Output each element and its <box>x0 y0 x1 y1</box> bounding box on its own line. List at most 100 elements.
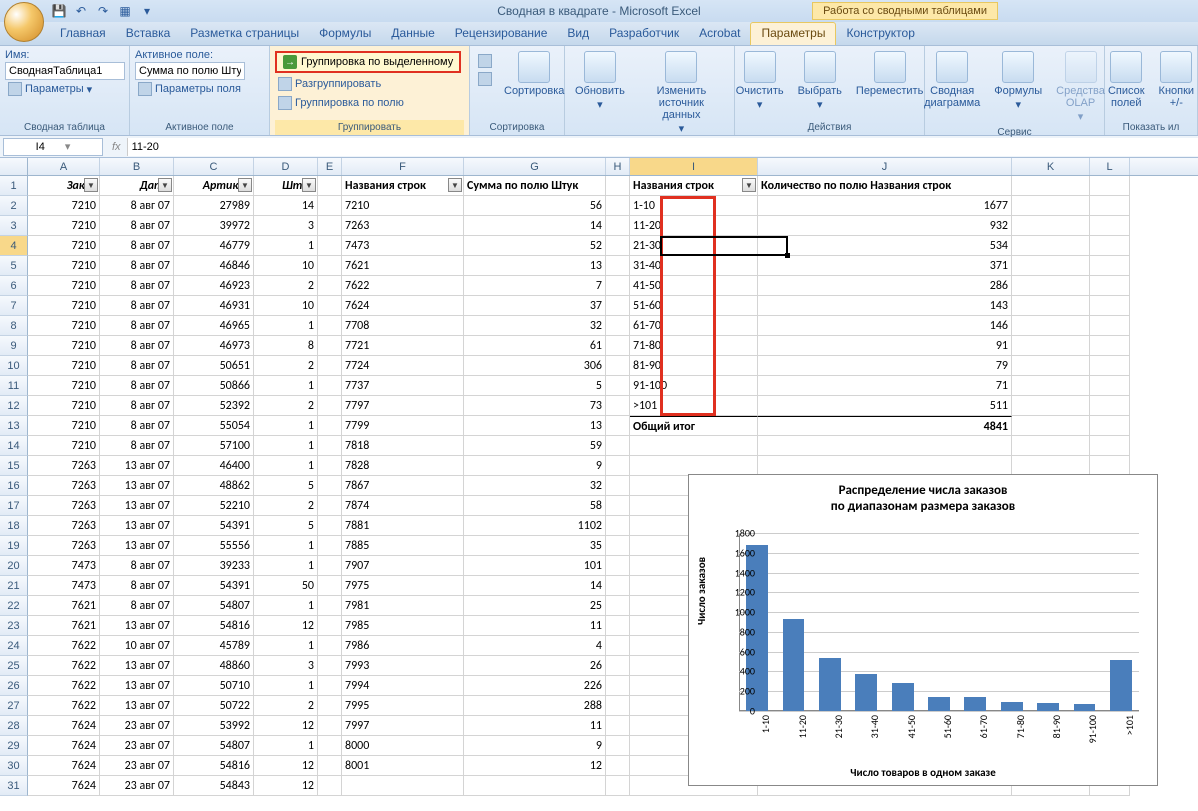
cell[interactable]: 3 <box>254 656 318 676</box>
cell[interactable]: 7624 <box>28 716 100 736</box>
row-header[interactable]: 24 <box>0 636 28 656</box>
cell[interactable] <box>318 396 342 416</box>
cell[interactable] <box>1012 336 1090 356</box>
cell[interactable]: 54807 <box>174 736 254 756</box>
cell[interactable]: 13 авг 07 <box>100 476 174 496</box>
cell[interactable]: 1 <box>254 316 318 336</box>
cell[interactable] <box>1090 456 1130 476</box>
cell[interactable] <box>1012 356 1090 376</box>
tab-разметка страницы[interactable]: Разметка страницы <box>180 23 309 45</box>
cell[interactable]: 46846 <box>174 256 254 276</box>
cell[interactable]: 41-50 <box>630 276 758 296</box>
cell[interactable]: 7210 <box>28 236 100 256</box>
cell[interactable]: 7621 <box>28 616 100 636</box>
cell[interactable] <box>1090 356 1130 376</box>
row-header[interactable]: 23 <box>0 616 28 636</box>
cell[interactable]: 7997 <box>342 716 464 736</box>
fill-handle[interactable] <box>785 253 790 258</box>
cell[interactable]: 7621 <box>342 256 464 276</box>
chart-bar[interactable] <box>783 619 805 711</box>
tab-acrobat[interactable]: Acrobat <box>689 23 750 45</box>
name-box[interactable]: I4 ▾ <box>3 138 103 156</box>
row-header[interactable]: 3 <box>0 216 28 236</box>
chart-bar[interactable] <box>928 697 950 711</box>
col-header-e[interactable]: E <box>318 158 342 175</box>
cell[interactable]: 81-90 <box>630 356 758 376</box>
col-header-g[interactable]: G <box>464 158 606 175</box>
cell[interactable]: 8 авг 07 <box>100 316 174 336</box>
cell[interactable]: 1 <box>254 536 318 556</box>
cell[interactable] <box>606 436 630 456</box>
cell[interactable] <box>606 296 630 316</box>
row-header[interactable]: 30 <box>0 756 28 776</box>
filter-dropdown-icon[interactable]: ▼ <box>448 178 462 192</box>
cell[interactable] <box>318 536 342 556</box>
cell[interactable]: 8 авг 07 <box>100 376 174 396</box>
row-header[interactable]: 4 <box>0 236 28 256</box>
row-header[interactable]: 25 <box>0 656 28 676</box>
cell[interactable]: 21-30 <box>630 236 758 256</box>
cell[interactable] <box>1090 236 1130 256</box>
field-params-button[interactable]: Параметры поля <box>135 81 244 97</box>
cell[interactable]: 1 <box>254 416 318 436</box>
cell[interactable]: 73 <box>464 396 606 416</box>
cell[interactable]: 39233 <box>174 556 254 576</box>
cell[interactable]: 14 <box>464 216 606 236</box>
col-header-l[interactable]: L <box>1090 158 1130 175</box>
cell[interactable] <box>318 456 342 476</box>
col-header-d[interactable]: D <box>254 158 318 175</box>
cell[interactable] <box>606 516 630 536</box>
cell[interactable]: 54816 <box>174 616 254 636</box>
cell[interactable]: 7 <box>464 276 606 296</box>
sort-button[interactable]: Сортировка <box>499 49 569 99</box>
pivot-name-input[interactable] <box>5 62 125 80</box>
row-header[interactable]: 12 <box>0 396 28 416</box>
cell[interactable]: 23 авг 07 <box>100 756 174 776</box>
cell[interactable]: 7867 <box>342 476 464 496</box>
cell[interactable] <box>606 356 630 376</box>
cell[interactable]: 2 <box>254 396 318 416</box>
cell[interactable] <box>1012 216 1090 236</box>
cell[interactable] <box>1012 256 1090 276</box>
row-header[interactable]: 20 <box>0 556 28 576</box>
cell[interactable]: 13 авг 07 <box>100 496 174 516</box>
cell[interactable]: 7210 <box>28 436 100 456</box>
cell[interactable] <box>1012 456 1090 476</box>
cell[interactable] <box>606 656 630 676</box>
cell[interactable]: 7708 <box>342 316 464 336</box>
cell[interactable] <box>318 276 342 296</box>
cell[interactable]: 7210 <box>28 276 100 296</box>
cell[interactable]: 7210 <box>28 416 100 436</box>
cell[interactable]: 7885 <box>342 536 464 556</box>
cell[interactable] <box>318 496 342 516</box>
cell[interactable]: 53992 <box>174 716 254 736</box>
cell[interactable]: 288 <box>464 696 606 716</box>
tab-разработчик[interactable]: Разработчик <box>599 23 689 45</box>
refresh-button[interactable]: Обновить▾ <box>570 49 630 113</box>
tab-главная[interactable]: Главная <box>50 23 116 45</box>
cell[interactable]: 79 <box>758 356 1012 376</box>
cell[interactable]: 7799 <box>342 416 464 436</box>
active-field-input[interactable] <box>135 62 245 80</box>
chart-bar[interactable] <box>855 674 877 711</box>
cell[interactable] <box>1090 396 1130 416</box>
cell[interactable]: 8 авг 07 <box>100 436 174 456</box>
move-button[interactable]: Переместить <box>851 49 928 99</box>
cell[interactable] <box>606 676 630 696</box>
cell[interactable] <box>606 716 630 736</box>
cell[interactable] <box>606 596 630 616</box>
cell[interactable] <box>318 376 342 396</box>
cell[interactable]: 8 авг 07 <box>100 296 174 316</box>
cell[interactable] <box>1012 176 1090 196</box>
tab-параметры[interactable]: Параметры <box>750 22 836 45</box>
cell[interactable]: 7621 <box>28 596 100 616</box>
cell[interactable]: 7622 <box>28 636 100 656</box>
col-header-k[interactable]: K <box>1012 158 1090 175</box>
cell[interactable]: 14 <box>464 576 606 596</box>
cell[interactable]: 4841 <box>758 416 1012 436</box>
cell[interactable] <box>606 276 630 296</box>
cell[interactable]: 7622 <box>342 276 464 296</box>
cell[interactable]: 55556 <box>174 536 254 556</box>
field-list-button[interactable]: Список полей <box>1103 49 1150 111</box>
cell[interactable]: 91 <box>758 336 1012 356</box>
